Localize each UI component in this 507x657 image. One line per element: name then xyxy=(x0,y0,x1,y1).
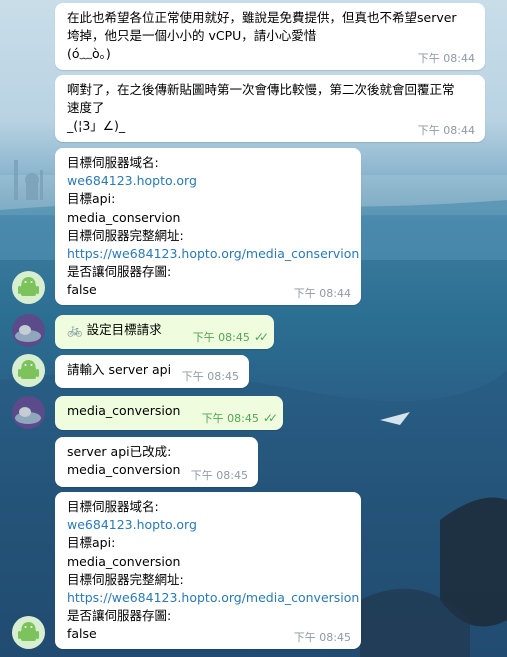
message-text: 目標api: xyxy=(67,535,116,551)
full-url-link[interactable]: https://we684123.hopto.org/media_conserv… xyxy=(67,245,359,263)
full-url-link[interactable]: https://we684123.hopto.org/media_convers… xyxy=(67,589,359,607)
user-avatar[interactable] xyxy=(12,314,45,347)
bicycle-icon: 🚲 xyxy=(67,322,83,337)
message-text: 啊對了，在之後傳新貼圖時第一次會傳比較慢，第二次後就會回覆正常 xyxy=(67,82,455,97)
message-text: media_conversion xyxy=(67,403,181,418)
android-icon xyxy=(12,616,45,649)
message-text: 是否讓伺服器存圖: xyxy=(67,264,172,280)
message-text: 目標api: xyxy=(67,191,116,207)
message-text: 目標伺服器完整網址: xyxy=(67,227,184,243)
read-check-icon: ✓✓ xyxy=(262,411,278,425)
bot-avatar[interactable] xyxy=(12,271,45,304)
message-bubble[interactable]: server api已改成: media_conversion 下午 08:45 xyxy=(55,437,258,487)
message-time: 下午 08:45 xyxy=(293,631,351,644)
message-time: 下午 08:44 xyxy=(417,124,475,137)
message-text: 請輸入 server api xyxy=(67,362,172,377)
message-time: 下午 08:45 ✓✓ xyxy=(192,330,269,344)
domain-link[interactable]: we684123.hopto.org xyxy=(67,516,349,534)
message-bubble[interactable]: media_conversion 下午 08:45 ✓✓ xyxy=(55,396,283,430)
message-bubble[interactable]: 請輸入 server api 下午 08:45 xyxy=(55,355,249,388)
message-text: (ó﹏ò｡) xyxy=(67,46,111,62)
message-text: server api已改成: xyxy=(67,444,172,459)
message-time: 下午 08:45 xyxy=(181,370,239,383)
message-text: 設定目標請求 xyxy=(86,322,162,337)
android-icon xyxy=(12,271,45,304)
message-text: media_conservion xyxy=(67,209,181,225)
message-text: 速度了 xyxy=(67,100,105,116)
user-avatar[interactable] xyxy=(12,396,45,429)
bot-avatar[interactable] xyxy=(12,616,45,649)
message-bubble[interactable]: 目標伺服器域名: we684123.hopto.org 目標api: media… xyxy=(55,492,361,649)
message-text: 目標伺服器域名: xyxy=(67,155,159,170)
message-time: 下午 08:45 xyxy=(190,469,248,482)
seal-icon xyxy=(12,396,45,429)
message-bubble[interactable]: 在此也希望各位正常使用就好，雖說是免費提供，但真也不希望server 垮掉，他只… xyxy=(55,3,485,70)
message-bubble[interactable]: 目標伺服器域名: we684123.hopto.org 目標api: media… xyxy=(55,148,361,305)
message-time: 下午 08:45 ✓✓ xyxy=(201,411,278,425)
seal-icon xyxy=(12,314,45,347)
message-text: 目標伺服器域名: xyxy=(67,499,159,514)
message-text: 是否讓伺服器存圖: xyxy=(67,608,172,624)
message-time: 下午 08:44 xyxy=(417,52,475,65)
domain-link[interactable]: we684123.hopto.org xyxy=(67,172,349,190)
message-text: 在此也希望各位正常使用就好，雖說是免費提供，但真也不希望server xyxy=(67,10,457,25)
message-time: 下午 08:44 xyxy=(293,287,351,300)
message-text: 垮掉，他只是一個小小的 vCPU，請小心愛惜 xyxy=(67,28,317,44)
message-text: 目標伺服器完整網址: xyxy=(67,571,184,587)
read-check-icon: ✓✓ xyxy=(253,330,269,344)
android-icon xyxy=(12,354,45,387)
message-text: _(¦3」∠)_ xyxy=(67,118,126,134)
message-text: media_conversion xyxy=(67,553,181,569)
bot-avatar[interactable] xyxy=(12,354,45,387)
message-bubble[interactable]: 啊對了，在之後傳新貼圖時第一次會傳比較慢，第二次後就會回覆正常 速度了 _(¦3… xyxy=(55,75,485,142)
message-bubble[interactable]: 🚲 設定目標請求 下午 08:45 ✓✓ xyxy=(55,315,274,349)
